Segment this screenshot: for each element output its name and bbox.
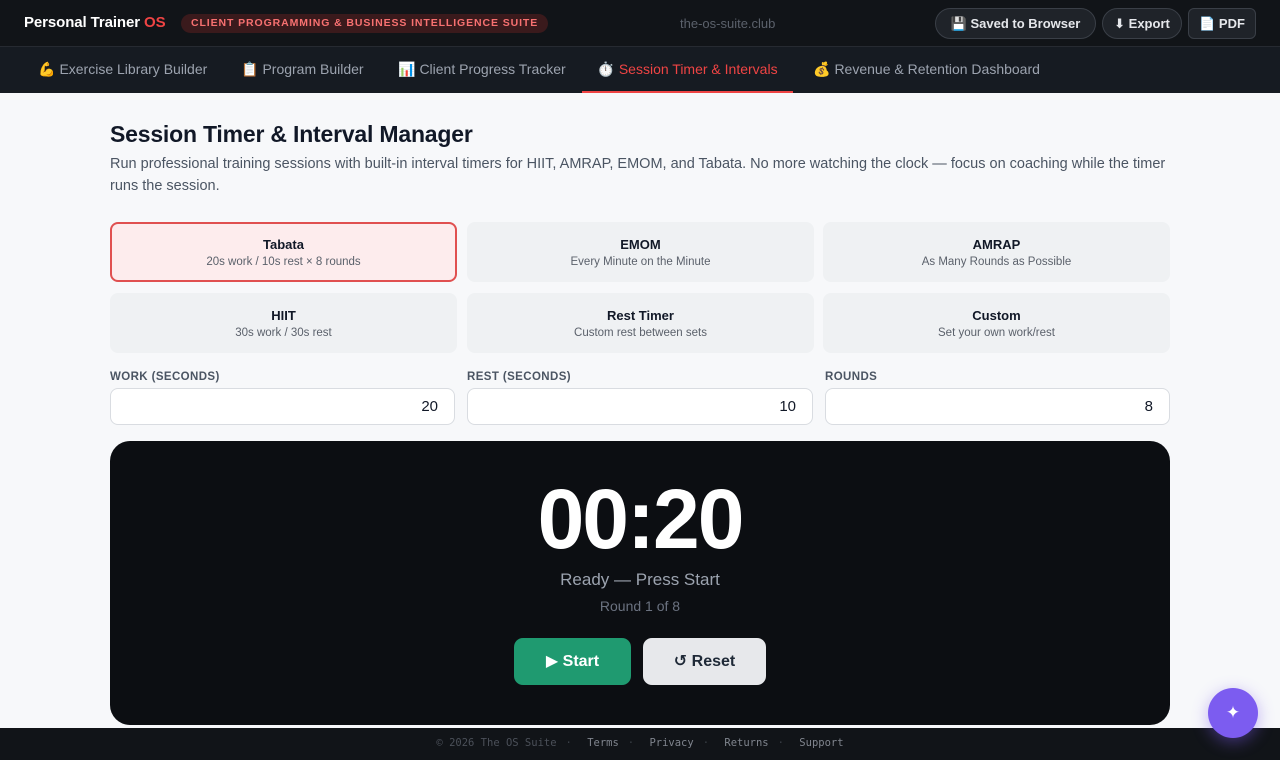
work-seconds-label: WORK (SECONDS)	[110, 371, 220, 383]
tab-label: Client Progress Tracker	[419, 61, 566, 77]
top-bar: Personal Trainer OS CLIENT PROGRAMMING &…	[0, 0, 1280, 47]
preset-desc: Every Minute on the Minute	[570, 256, 711, 268]
module-tabs: 💪 Exercise Library Builder 📋 Program Build…	[0, 47, 1280, 93]
preset-desc: Custom rest between sets	[574, 327, 707, 339]
preset-amrap[interactable]: AMRAP As Many Rounds as Possible	[823, 222, 1170, 282]
tab-exercise-library[interactable]: 💪 Exercise Library Builder	[38, 47, 207, 93]
preset-desc: Set your own work/rest	[938, 327, 1055, 339]
tab-label: Program Builder	[262, 61, 364, 77]
timer-panel: 00:20 Ready — Press Start Round 1 of 8 ▶…	[110, 441, 1170, 725]
returns-link[interactable]: Returns	[724, 737, 768, 749]
suite-badge: CLIENT PROGRAMMING & BUSINESS INTELLIGEN…	[181, 14, 549, 33]
footer-separator: ·	[702, 737, 710, 749]
tab-label: Session Timer & Intervals	[618, 61, 778, 77]
reset-button[interactable]: ↺ Reset	[643, 638, 766, 685]
preset-rest-timer[interactable]: Rest Timer Custom rest between sets	[467, 293, 814, 353]
timer-display: 00:20	[537, 472, 745, 566]
tab-session-timer[interactable]: ⏱️ Session Timer & Intervals	[582, 47, 793, 93]
preset-hiit[interactable]: HIIT 30s work / 30s rest	[110, 293, 457, 353]
preset-name: Custom	[972, 308, 1021, 323]
site-domain: the-os-suite.club	[680, 16, 776, 31]
preset-name: Rest Timer	[607, 308, 674, 323]
preset-name: EMOM	[620, 237, 661, 252]
sparkle-icon: ✦	[1225, 703, 1241, 722]
footer-separator: ·	[565, 737, 572, 749]
preset-name: Tabata	[263, 237, 304, 252]
round-counter: Round 1 of 8	[599, 598, 681, 614]
app-brand: Personal Trainer OS	[24, 14, 166, 31]
stopwatch-icon: ⏱️	[597, 61, 615, 77]
brand-name: Personal Trainer	[24, 14, 140, 31]
support-link[interactable]: Support	[799, 737, 843, 749]
preset-custom[interactable]: Custom Set your own work/rest	[823, 293, 1170, 353]
tab-client-progress[interactable]: 📊 Client Progress Tracker	[398, 47, 566, 93]
preset-desc: As Many Rounds as Possible	[921, 256, 1072, 268]
work-seconds-input[interactable]	[110, 388, 455, 425]
rounds-label: ROUNDS	[825, 371, 878, 383]
footer-separator: ·	[627, 737, 635, 749]
saved-to-browser-button[interactable]: 💾 Saved to Browser	[935, 8, 1096, 39]
preset-name: HIIT	[271, 308, 296, 323]
brand-accent: OS	[144, 14, 166, 31]
page-description: Run professional training sessions with …	[110, 156, 1166, 194]
page-title: Session Timer & Interval Manager	[110, 121, 473, 147]
clipboard-icon: 📋	[241, 61, 259, 77]
money-bag-icon: 💰	[813, 61, 831, 77]
preset-emom[interactable]: EMOM Every Minute on the Minute	[467, 222, 814, 282]
footer: © 2026 The OS Suite · Terms · Privacy · Ret…	[0, 728, 1280, 760]
copyright: © 2026 The OS Suite	[436, 737, 557, 749]
privacy-link[interactable]: Privacy	[649, 737, 693, 749]
flexed-biceps-icon: 💪	[38, 61, 56, 77]
preset-desc: 30s work / 30s rest	[235, 327, 332, 339]
rounds-input[interactable]	[825, 388, 1170, 425]
start-button[interactable]: ▶ Start	[514, 638, 631, 685]
assistant-fab-button[interactable]: ✦	[1208, 688, 1258, 738]
terms-link[interactable]: Terms	[587, 737, 619, 749]
tab-label: Revenue & Retention Dashboard	[834, 61, 1040, 77]
pdf-button[interactable]: 📄 PDF	[1188, 8, 1256, 39]
footer-separator: ·	[777, 737, 784, 749]
rest-seconds-label: REST (SECONDS)	[467, 371, 571, 383]
rest-seconds-input[interactable]	[467, 388, 813, 425]
tab-label: Exercise Library Builder	[59, 61, 208, 77]
tab-program-builder[interactable]: 📋 Program Builder	[241, 47, 364, 93]
export-button[interactable]: ⬇ Export	[1102, 8, 1182, 39]
tab-revenue-dashboard[interactable]: 💰 Revenue & Retention Dashboard	[813, 47, 1040, 93]
bar-chart-icon: 📊	[398, 61, 416, 77]
preset-desc: 20s work / 10s rest × 8 rounds	[206, 256, 361, 268]
preset-name: AMRAP	[972, 237, 1021, 252]
preset-tabata[interactable]: Tabata 20s work / 10s rest × 8 rounds	[110, 222, 457, 282]
timer-status: Ready — Press Start	[560, 570, 720, 589]
